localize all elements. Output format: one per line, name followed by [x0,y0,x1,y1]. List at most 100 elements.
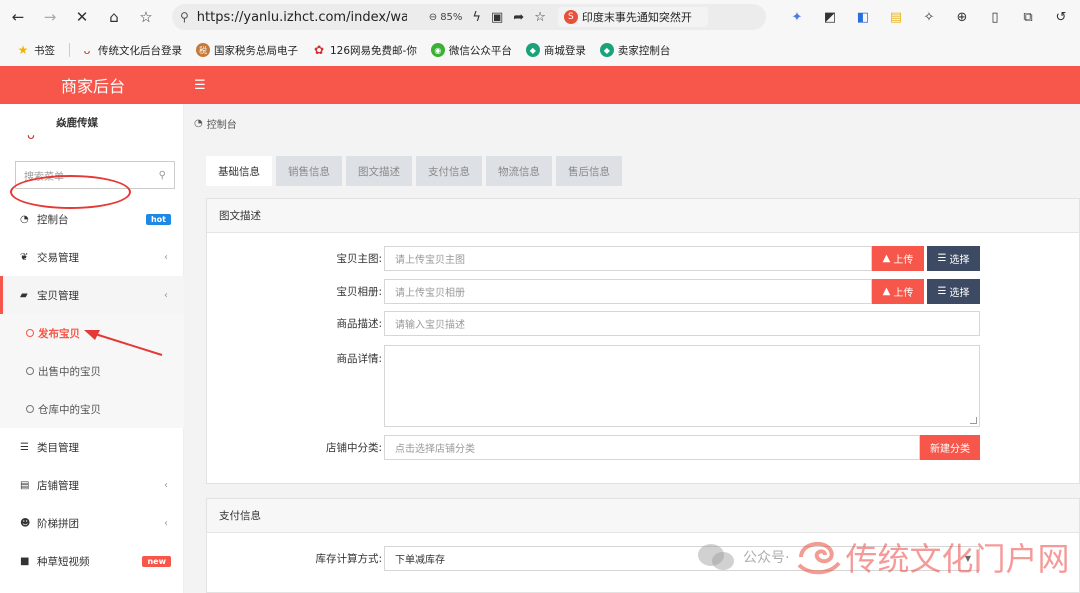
zoom-indicator[interactable]: ⊖ 85% [429,12,463,23]
sidebar-item-label: 交易管理 [37,251,79,264]
app-header: 商家后台 ☰ [0,66,1080,104]
sidebar-item-category[interactable]: ☰ 类目管理 [0,428,184,466]
description-input[interactable]: 请输入宝贝描述 [384,311,980,336]
users-icon: ☻ [20,517,31,529]
circle-icon [26,329,34,337]
chart-extension-icon[interactable]: ◩ [819,6,841,28]
bookmark-item[interactable]: ★ 书签 [16,43,55,58]
shop-category-label: 店铺中分类: [325,442,382,454]
bookmark-item[interactable]: ◆ 卖家控制台 [599,43,671,58]
window-icon[interactable]: ⧉ [1017,6,1039,28]
bookmark-label: 126网易免费邮-你 [330,44,417,57]
zoom-value: 85% [440,11,463,23]
news-tab-text: 印度末事先通知突然开 [581,11,692,24]
star-icon[interactable]: ☆ [132,3,160,31]
tab-payment-info[interactable]: 支付信息 [416,156,482,186]
chevron-left-icon: ‹ [164,251,168,263]
upload-button[interactable]: ▲ 上传 [872,279,924,304]
search-placeholder: 搜索菜单 [24,171,64,183]
shop-category-row: 店铺中分类: 点击选择店铺分类 新建分类 [207,435,1080,460]
phone-icon[interactable]: ▯ [984,6,1006,28]
main-content: ◔ 控制台 基础信息 销售信息 图文描述 支付信息 物流信息 售后信息 图文描述 … [184,104,1080,593]
menu-search-input[interactable]: 搜索菜单 ⚲ [15,161,175,189]
bookmark-label: 传统文化后台登录 [98,44,182,57]
video-icon: ■ [20,555,30,567]
breadcrumb-item[interactable]: 控制台 [207,116,237,131]
main-image-label: 宝贝主图: [336,253,382,265]
bookmark-item[interactable]: ᴗ 传统文化后台登录 [80,43,182,58]
bookmark-item[interactable]: 税国家税务总局电子 [196,43,298,58]
forward-icon[interactable]: → [36,3,64,31]
bookmark-label: 卖家控制台 [617,44,671,57]
main-image-input[interactable]: 请上传宝贝主图 [384,246,872,271]
chevron-left-icon: ‹ [164,479,168,491]
reader-icon[interactable]: ▣ [491,10,503,25]
address-bar[interactable]: ⚲ https://yanlu.izhct.com/index/wan ⊖ 85%… [172,4,766,30]
share-icon[interactable]: ➦ [513,10,524,25]
bookmark-star-icon[interactable]: ☆ [534,10,546,25]
user-box: ᴗ 焱鹿传媒 [0,104,183,154]
user-upload-icon: ▲ [882,253,891,264]
back-icon[interactable]: ← [4,3,32,31]
album-input[interactable]: 请上传宝贝相册 [384,279,872,304]
submenu-label: 仓库中的宝贝 [38,403,101,416]
choose-button[interactable]: ☰ 选择 [927,246,980,271]
bookmark-label: 微信公众平台 [448,44,512,57]
tab-basic-info[interactable]: 基础信息 [206,156,272,186]
translate-icon[interactable]: ◧ [852,6,874,28]
products-submenu: 发布宝贝 出售中的宝贝 仓库中的宝贝 [0,314,184,428]
submenu-on-sale[interactable]: 出售中的宝贝 [0,352,184,390]
gemini-icon[interactable]: ✦ [786,6,808,28]
tax-icon: 税 [196,43,210,57]
search-icon[interactable]: ⚲ [159,170,166,181]
folder-icon[interactable]: ▤ [885,6,907,28]
sidebar-item-label: 宝贝管理 [37,289,79,302]
puzzle-icon[interactable]: ✧ [918,6,940,28]
payment-panel: 支付信息 库存计算方式: 下单减库存 ▼ [206,498,1080,593]
detail-textarea[interactable] [384,345,980,427]
url-text[interactable]: https://yanlu.izhct.com/index/wan [197,10,407,25]
resize-handle-icon[interactable] [970,417,977,424]
choose-button[interactable]: ☰ 选择 [927,279,980,304]
sidebar-item-trade[interactable]: ❦ 交易管理 ‹ [0,238,184,276]
stock-row: 库存计算方式: 下单减库存 ▼ [207,546,1080,571]
history-icon[interactable]: ↺ [1050,6,1072,28]
description-row: 商品描述: 请输入宝贝描述 [207,311,1080,336]
sidebar-item-video[interactable]: ■ 种草短视频 new [0,542,184,580]
bookmark-item[interactable]: ◉ 微信公众平台 [430,43,512,58]
submenu-publish[interactable]: 发布宝贝 [0,314,184,352]
news-tab[interactable]: S 印度末事先通知突然开 [557,7,708,27]
upload-button[interactable]: ▲ 上传 [872,246,924,271]
sidebar-item-dashboard[interactable]: ◔ 控制台 hot [0,200,184,238]
download-icon[interactable]: ⊕ [951,6,973,28]
list-icon: ☰ [20,441,29,453]
stop-icon[interactable]: ✕ [68,3,96,31]
bookmark-item[interactable]: ✿ 126网易免费邮-你 [312,43,417,58]
tab-sales-info[interactable]: 销售信息 [276,156,342,186]
sidebar-item-shop[interactable]: ▤ 店铺管理 ‹ [0,466,184,504]
description-panel: 图文描述 宝贝主图: 请上传宝贝主图 ▲ 上传 ☰ 选择 宝贝相册: 请上传宝贝相册… [206,198,1080,484]
shop-icon: ◆ [525,43,540,57]
home-icon[interactable]: ⌂ [100,3,128,31]
stock-select[interactable]: 下单减库存 ▼ [384,546,980,571]
submenu-warehouse[interactable]: 仓库中的宝贝 [0,390,184,428]
stock-select-value: 下单减库存 [395,555,445,566]
wechat-icon: ◉ [430,43,445,57]
bookmark-item[interactable]: ◆ 商城登录 [525,43,586,58]
description-label: 商品描述: [336,318,382,330]
sidebar-item-products[interactable]: ▰ 宝贝管理 ‹ [0,276,184,314]
tab-after-sales[interactable]: 售后信息 [556,156,622,186]
tab-description[interactable]: 图文描述 [346,156,412,186]
shop-category-input[interactable]: 点击选择店铺分类 [384,435,920,460]
tab-logistics-info[interactable]: 物流信息 [486,156,552,186]
user-name: 焱鹿传媒 [56,117,98,129]
stock-label: 库存计算方式: [315,553,382,565]
new-category-button[interactable]: 新建分类 [920,435,980,460]
sidebar-item-group-buy[interactable]: ☻ 阶梯拼团 ‹ [0,504,184,542]
sidebar-item-label: 阶梯拼团 [37,517,79,530]
menu-toggle-icon[interactable]: ☰ [194,78,206,93]
lightning-icon[interactable]: ϟ [472,10,481,25]
bookmark-label: 国家税务总局电子 [214,44,298,57]
choose-button-label: 选择 [949,288,970,299]
app-brand: 商家后台 [60,77,125,96]
